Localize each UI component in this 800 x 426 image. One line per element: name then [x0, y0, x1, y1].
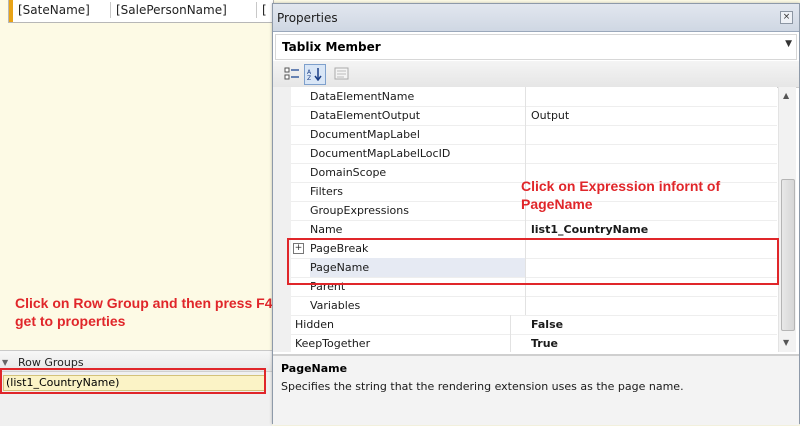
property-name: DataElementOutput — [310, 106, 526, 125]
property-row-dataelementoutput[interactable]: DataElementOutput Output — [273, 106, 777, 126]
property-value[interactable]: list1_CountryName — [531, 220, 771, 239]
property-name: DocumentMapLabelLocID — [310, 144, 526, 163]
row-gutter — [273, 163, 291, 182]
property-row-hidden[interactable]: Hidden False — [273, 315, 777, 335]
properties-title-bar: Properties × — [273, 4, 799, 32]
cell-next[interactable]: [ — [259, 2, 270, 18]
chevron-down-icon[interactable]: ▼ — [785, 39, 792, 49]
description-text: Specifies the string that the rendering … — [281, 380, 684, 393]
property-value[interactable]: Output — [531, 106, 771, 125]
categorized-icon — [284, 67, 299, 80]
property-name: Variables — [310, 296, 526, 315]
highlight-page-break-page-name — [287, 238, 779, 285]
property-value[interactable] — [531, 296, 771, 315]
alphabetical-button[interactable]: A Z — [304, 64, 326, 85]
properties-window: Properties × Tablix Member ▼ A Z DataEle… — [272, 3, 800, 425]
object-selector[interactable]: Tablix Member ▼ — [275, 34, 797, 60]
collapse-icon[interactable]: ▼ — [2, 358, 8, 367]
annotation-page-name: Click on Expression infornt of PageName — [521, 178, 721, 212]
property-name: KeepTogether — [295, 334, 511, 352]
row-gutter — [273, 144, 291, 163]
categorized-button[interactable] — [281, 64, 303, 85]
property-value[interactable] — [531, 87, 771, 106]
properties-toolbar: A Z — [273, 61, 799, 88]
property-row-dataelementname[interactable]: DataElementName — [273, 87, 777, 107]
property-value[interactable] — [531, 125, 771, 144]
cell-sale-person-name[interactable]: [SalePersonName] — [113, 2, 257, 18]
description-title: PageName — [281, 362, 348, 375]
property-pages-button[interactable] — [331, 64, 353, 85]
row-gutter — [273, 106, 291, 125]
row-gutter — [273, 182, 291, 201]
row-gutter — [273, 87, 291, 106]
property-row-name[interactable]: Name list1_CountryName — [273, 220, 777, 240]
property-name: Filters — [310, 182, 526, 201]
property-grid: DataElementName DataElementOutput Output Do… — [273, 87, 777, 352]
property-pages-icon — [334, 67, 349, 80]
row-group-handle[interactable] — [9, 0, 13, 22]
row-gutter — [273, 334, 291, 352]
property-name: Name — [310, 220, 526, 239]
scroll-up-icon[interactable]: ▲ — [783, 91, 789, 100]
row-gutter — [273, 315, 291, 334]
property-name: DomainScope — [310, 163, 526, 182]
row-gutter — [273, 201, 291, 220]
property-value[interactable] — [531, 144, 771, 163]
cell-sate-name[interactable]: [SateName] — [15, 2, 111, 18]
properties-title: Properties — [277, 11, 338, 25]
report-design-surface: [SateName] [SalePersonName] [ Click on R… — [0, 0, 290, 350]
row-gutter — [273, 296, 291, 315]
annotation-row-group: Click on Row Group and then press F4 to … — [15, 295, 290, 329]
property-row-variables[interactable]: Variables — [273, 296, 777, 316]
row-gutter — [273, 125, 291, 144]
property-row-documentmaplabel[interactable]: DocumentMapLabel — [273, 125, 777, 145]
property-row-keeptogether[interactable]: KeepTogether True — [273, 334, 777, 352]
scroll-down-icon[interactable]: ▼ — [783, 338, 789, 347]
highlight-row-group — [0, 368, 266, 394]
property-name: Hidden — [295, 315, 511, 334]
property-name: GroupExpressions — [310, 201, 526, 220]
alphabetical-icon: A Z — [307, 68, 322, 81]
row-gutter — [273, 220, 291, 239]
svg-text:Z: Z — [307, 75, 311, 81]
property-name: DocumentMapLabel — [310, 125, 526, 144]
close-icon[interactable]: × — [780, 11, 793, 24]
tablix-detail-row[interactable]: [SateName] [SalePersonName] [ — [8, 0, 274, 23]
property-value[interactable]: False — [531, 315, 771, 334]
property-grid-scrollbar[interactable]: ▲ ▼ — [778, 87, 796, 352]
property-row-documentmaplabellocid[interactable]: DocumentMapLabelLocID — [273, 144, 777, 164]
description-pane: PageName Specifies the string that the r… — [273, 354, 799, 425]
object-name: Tablix Member — [282, 40, 381, 54]
property-value[interactable]: True — [531, 334, 771, 352]
property-name: DataElementName — [310, 87, 526, 106]
